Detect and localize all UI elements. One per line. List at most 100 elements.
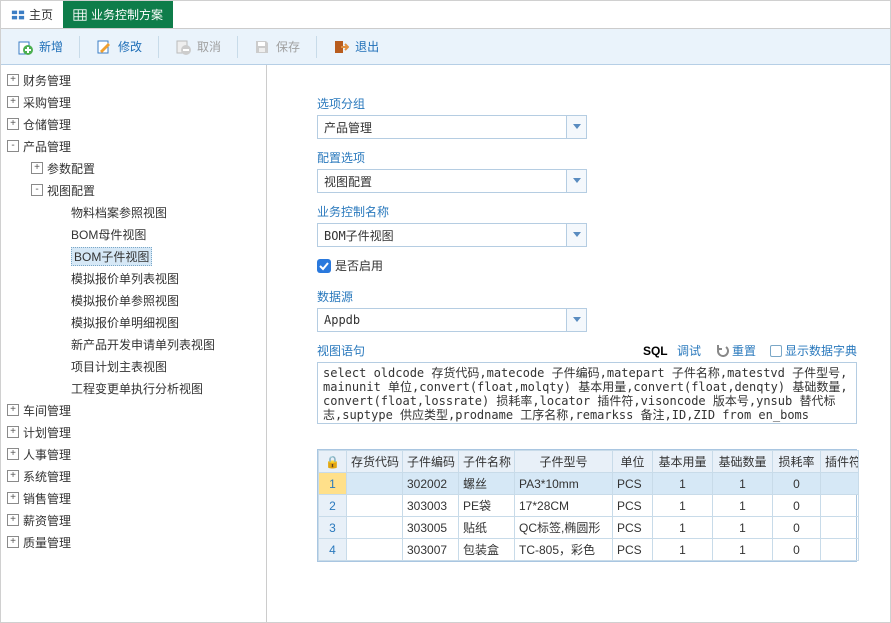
group-combo[interactable] (317, 115, 587, 139)
cell[interactable]: 0 (773, 495, 821, 517)
cell[interactable]: 1 (653, 517, 713, 539)
cell[interactable]: PCS (613, 517, 653, 539)
tree-node-quality[interactable]: +质量管理 (1, 531, 266, 553)
chevron-down-icon[interactable] (566, 116, 586, 138)
cell[interactable]: 303005 (403, 517, 459, 539)
cell[interactable]: QC标签,椭圆形 (515, 517, 613, 539)
tree-leaf[interactable]: 模拟报价单列表视图 (1, 267, 266, 289)
cell[interactable]: 0 (773, 539, 821, 561)
tree-leaf[interactable]: 项目计划主表视图 (1, 355, 266, 377)
sql-debug-link[interactable]: SQL 调试 (643, 342, 701, 359)
cell[interactable]: 贴纸 (459, 517, 515, 539)
ds-input[interactable] (318, 309, 566, 331)
cell[interactable]: 1 (713, 517, 773, 539)
cell[interactable]: 1 (713, 473, 773, 495)
table-row[interactable]: 1302002螺丝PA3*10mmPCS110 (319, 473, 859, 495)
expand-icon[interactable]: + (7, 96, 19, 108)
cell[interactable]: 1 (713, 539, 773, 561)
collapse-icon[interactable]: - (31, 184, 43, 196)
cell[interactable]: 0 (773, 517, 821, 539)
table-row[interactable]: 3303005贴纸QC标签,椭圆形PCS110 (319, 517, 859, 539)
cell[interactable]: 303007 (403, 539, 459, 561)
tree-node-view-config[interactable]: -视图配置 (1, 179, 266, 201)
tab-home[interactable]: 主页 (1, 1, 63, 28)
col-header[interactable]: 子件编码 (403, 451, 459, 473)
col-header[interactable]: 子件型号 (515, 451, 613, 473)
cell[interactable]: PA3*10mm (515, 473, 613, 495)
tree-node-system[interactable]: +系统管理 (1, 465, 266, 487)
cell[interactable]: 1 (653, 473, 713, 495)
tree-leaf[interactable]: 工程变更单执行分析视图 (1, 377, 266, 399)
chevron-down-icon[interactable] (566, 224, 586, 246)
tree-leaf[interactable]: 物料档案参照视图 (1, 201, 266, 223)
cell[interactable]: 包装盒 (459, 539, 515, 561)
cell[interactable]: 1 (653, 495, 713, 517)
table-row[interactable]: 4303007包装盒TC-805，彩色PCS110 (319, 539, 859, 561)
expand-icon[interactable]: + (31, 162, 43, 174)
expand-icon[interactable]: + (7, 426, 19, 438)
tree-leaf[interactable]: 新产品开发申请单列表视图 (1, 333, 266, 355)
tree-leaf[interactable]: 模拟报价单明细视图 (1, 311, 266, 333)
cell[interactable] (821, 517, 859, 539)
cell[interactable]: 0 (773, 473, 821, 495)
cell[interactable]: PCS (613, 473, 653, 495)
table-row[interactable]: 2303003PE袋17*28CMPCS110 (319, 495, 859, 517)
expand-icon[interactable]: + (7, 118, 19, 130)
cell[interactable]: 1 (653, 539, 713, 561)
tree-leaf-selected[interactable]: BOM子件视图 (1, 245, 266, 267)
cell[interactable]: PCS (613, 539, 653, 561)
col-header[interactable]: 损耗率 (773, 451, 821, 473)
tree-node-hr[interactable]: +人事管理 (1, 443, 266, 465)
col-header[interactable]: 单位 (613, 451, 653, 473)
cell[interactable]: 303003 (403, 495, 459, 517)
cell[interactable] (347, 539, 403, 561)
expand-icon[interactable]: + (7, 536, 19, 548)
cell[interactable]: 302002 (403, 473, 459, 495)
cell[interactable]: 1 (713, 495, 773, 517)
tree-leaf[interactable]: BOM母件视图 (1, 223, 266, 245)
enabled-checkbox[interactable] (317, 259, 331, 273)
tree-node-product[interactable]: -产品管理 (1, 135, 266, 157)
chevron-down-icon[interactable] (566, 309, 586, 331)
expand-icon[interactable]: + (7, 514, 19, 526)
col-header[interactable]: 基础数量 (713, 451, 773, 473)
exit-button[interactable]: 退出 (323, 34, 389, 59)
sql-dict-link[interactable]: 显示数据字典 (770, 342, 857, 359)
option-combo[interactable] (317, 169, 587, 193)
name-combo[interactable] (317, 223, 587, 247)
add-button[interactable]: 新增 (7, 34, 73, 59)
col-header[interactable]: 基本用量 (653, 451, 713, 473)
expand-icon[interactable]: + (7, 470, 19, 482)
expand-icon[interactable]: + (7, 492, 19, 504)
option-input[interactable] (318, 170, 566, 192)
cell[interactable]: PCS (613, 495, 653, 517)
tab-business-control[interactable]: 业务控制方案 (63, 1, 173, 28)
chevron-down-icon[interactable] (566, 170, 586, 192)
ds-combo[interactable] (317, 308, 587, 332)
save-button[interactable]: 保存 (244, 34, 310, 59)
tree-leaf[interactable]: 模拟报价单参照视图 (1, 289, 266, 311)
cell[interactable] (347, 517, 403, 539)
tree-node-warehouse[interactable]: +仓储管理 (1, 113, 266, 135)
col-header[interactable]: 存货代码 (347, 451, 403, 473)
collapse-icon[interactable]: - (7, 140, 19, 152)
tree-node-param-config[interactable]: +参数配置 (1, 157, 266, 179)
cell[interactable]: 17*28CM (515, 495, 613, 517)
cell[interactable]: 螺丝 (459, 473, 515, 495)
checkbox-empty-icon[interactable] (770, 345, 782, 357)
cell[interactable] (347, 495, 403, 517)
tree-node-sales[interactable]: +销售管理 (1, 487, 266, 509)
tree-node-purchase[interactable]: +采购管理 (1, 91, 266, 113)
col-header[interactable]: 插件符 (821, 451, 859, 473)
sql-reset-link[interactable]: 重置 (715, 342, 756, 359)
tree-node-salary[interactable]: +薪资管理 (1, 509, 266, 531)
cell[interactable] (347, 473, 403, 495)
cell[interactable]: TC-805，彩色 (515, 539, 613, 561)
edit-button[interactable]: 修改 (86, 34, 152, 59)
expand-icon[interactable]: + (7, 74, 19, 86)
cancel-button[interactable]: 取消 (165, 34, 231, 59)
cell[interactable] (821, 473, 859, 495)
enabled-checkbox-row[interactable]: 是否启用 (317, 257, 880, 274)
name-input[interactable] (318, 224, 566, 246)
tree-node-plan[interactable]: +计划管理 (1, 421, 266, 443)
